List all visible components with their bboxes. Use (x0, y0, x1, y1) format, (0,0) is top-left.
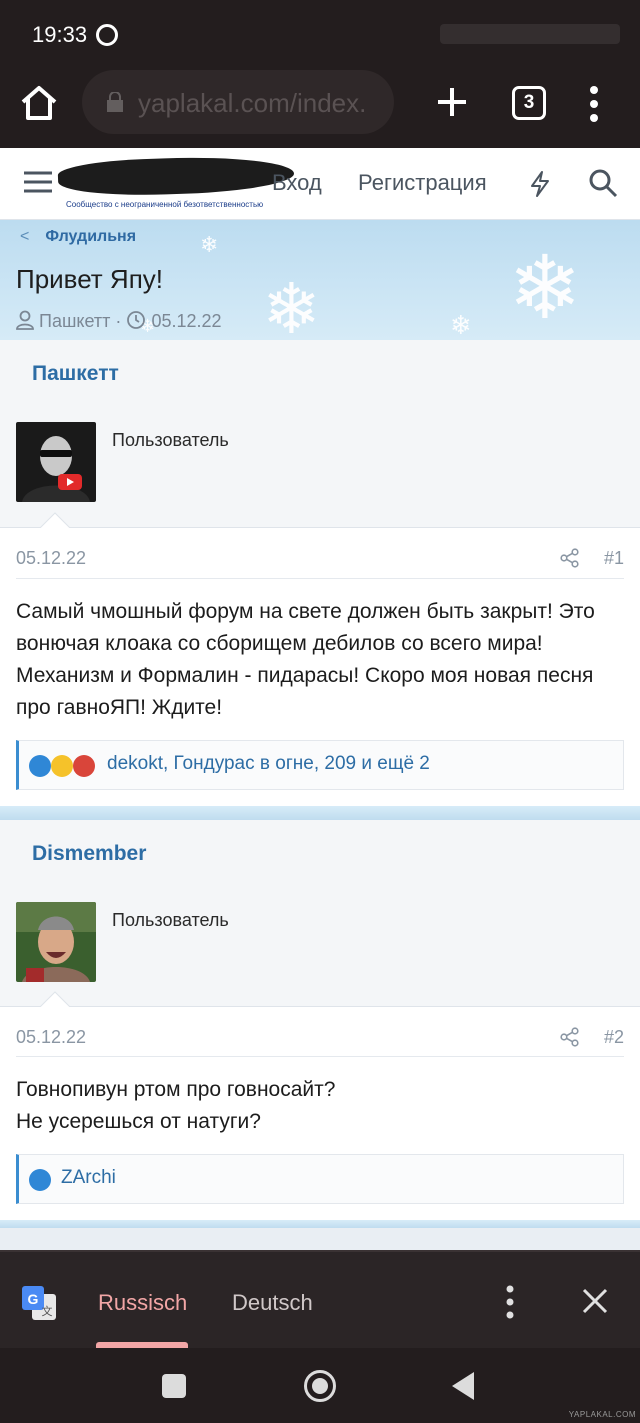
speech-pointer (40, 512, 70, 528)
back-button[interactable] (452, 1372, 474, 1400)
clock-icon (127, 311, 146, 329)
post-username[interactable]: Dismember (32, 842, 146, 866)
language-tab-target[interactable]: Deutsch (232, 1290, 313, 1316)
post-separator-band (0, 1220, 640, 1228)
like-reaction-icon (29, 755, 51, 777)
dislike-reaction-icon (73, 755, 95, 777)
snowflake-decoration: ❄ (200, 232, 219, 257)
avatar[interactable] (16, 422, 96, 502)
post-number[interactable]: #1 (604, 548, 624, 569)
post-date: 05.12.22 (16, 1027, 87, 1047)
avatar[interactable] (16, 902, 96, 982)
thread-header: ❄ ❄ ❄ ❄ ❄ < Флудильня Привет Япу! Пашкетт… (0, 220, 640, 340)
breadcrumb[interactable]: < Флудильня (20, 228, 136, 246)
lock-icon (107, 92, 123, 112)
post-user-block: Пашкетт Пользователь (0, 340, 640, 528)
post-body-line: Говнопивун ртом про говносайт? (16, 1078, 336, 1101)
reaction-users[interactable]: ZArchi (61, 1167, 116, 1189)
login-link[interactable]: Вход (272, 170, 322, 196)
tab-switcher-button[interactable]: 3 (512, 86, 546, 120)
home-icon[interactable] (18, 82, 60, 124)
post-username[interactable]: Пашкетт (32, 362, 119, 386)
logo-subtitle: Сообщество с неограниченной безответстве… (66, 200, 264, 209)
translate-bar: G 文 Russisch Deutsch (0, 1250, 640, 1348)
speech-pointer (40, 991, 70, 1007)
alarm-icon (96, 24, 118, 46)
user-icon (16, 310, 34, 330)
snowflake-decoration: ❄ (262, 270, 321, 340)
overflow-menu-icon[interactable] (500, 1284, 520, 1320)
new-tab-icon[interactable] (432, 82, 472, 122)
post-body: Говнопивун ртом про говносайт? Не усереш… (16, 1074, 628, 1138)
user-title: Пользователь (112, 430, 229, 450)
post-user-block: Dismember Пользователь (0, 820, 640, 1007)
post-body-line: Не усерешься от натуги? (16, 1110, 261, 1133)
post-body: Самый чмошный форум на свете должен быть… (16, 600, 595, 719)
post-number[interactable]: #2 (604, 1027, 624, 1048)
hamburger-menu-icon[interactable] (24, 170, 52, 194)
reaction-users[interactable]: dekokt, Гондурас в огне, 209 и ещё 2 (107, 753, 430, 775)
svg-text:G: G (28, 1291, 39, 1307)
status-icons (440, 24, 620, 44)
google-translate-icon: G 文 (22, 1286, 56, 1320)
laugh-reaction-icon (51, 755, 73, 777)
bolt-icon[interactable] (528, 170, 552, 198)
site-header: Сообщество с неограниченной безответстве… (0, 148, 640, 220)
post: Пашкетт Пользователь 05.12.22 #1 Самый ч… (0, 340, 640, 820)
search-icon[interactable] (588, 168, 618, 198)
overflow-menu-icon[interactable] (584, 84, 604, 124)
share-icon[interactable] (560, 548, 580, 568)
reaction-summary[interactable]: dekokt, Гондурас в огне, 209 и ещё 2 (16, 740, 624, 790)
post: Dismember Пользователь 05.12.22 #2 Говно… (0, 820, 640, 1228)
reaction-summary[interactable]: ZArchi (16, 1154, 624, 1204)
reaction-icons (29, 1169, 51, 1191)
reaction-icons (29, 755, 95, 777)
share-icon[interactable] (560, 1027, 580, 1047)
post-date: 05.12.22 (16, 548, 87, 568)
svg-text:文: 文 (42, 1304, 53, 1318)
address-bar[interactable]: yaplakal.com/index. (82, 70, 394, 134)
system-navigation-bar: YAPLAKAL.COM (0, 1348, 640, 1423)
site-logo[interactable]: Сообщество с неограниченной безответстве… (57, 153, 295, 210)
divider (16, 578, 624, 579)
like-reaction-icon (29, 1169, 51, 1191)
browser-toolbar: yaplakal.com/index. 3 (0, 58, 640, 148)
post-separator-band (0, 806, 640, 820)
recents-button[interactable] (162, 1374, 186, 1398)
language-tab-source[interactable]: Russisch (98, 1290, 187, 1316)
snowflake-decoration: ❄ (450, 310, 472, 340)
logo-scribble (57, 153, 295, 199)
breadcrumb-forum[interactable]: Флудильня (45, 228, 136, 245)
meta-separator: · (115, 311, 122, 331)
register-link[interactable]: Регистрация (358, 170, 487, 196)
chevron-left-icon: < (20, 228, 30, 245)
thread-author[interactable]: Пашкетт (39, 311, 110, 331)
snowflake-decoration: ❄ (508, 238, 582, 337)
user-title: Пользователь (112, 910, 229, 930)
thread-meta: Пашкетт · 05.12.22 (16, 310, 222, 332)
home-button[interactable] (304, 1370, 336, 1402)
page-title: Привет Япу! (16, 264, 163, 294)
divider (16, 1056, 624, 1057)
watermark: YAPLAKAL.COM (568, 1410, 636, 1419)
status-time: 19:33 (32, 22, 88, 47)
close-icon[interactable] (582, 1288, 608, 1314)
thread-date: 05.12.22 (151, 311, 222, 331)
url-text: yaplakal.com/index. (138, 88, 367, 118)
